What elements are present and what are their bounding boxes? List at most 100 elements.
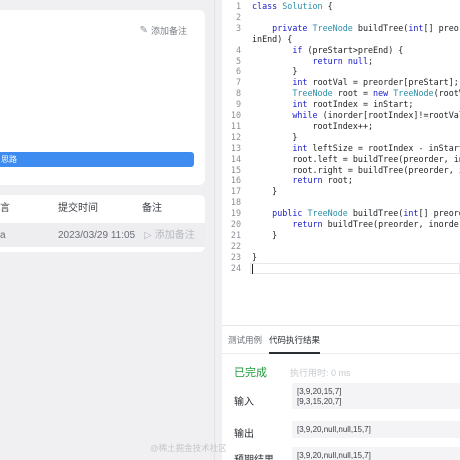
line-code: if (preStart>preEnd) { — [292, 44, 404, 55]
line-number: 15 — [230, 164, 241, 175]
line-number: 20 — [230, 219, 241, 229]
add-note-label: 添加备注 — [150, 26, 187, 36]
input-line-2: [9,3,15,20,7] — [297, 397, 342, 406]
code-line: 16 return root; — [222, 175, 460, 186]
code-line: 13 int leftSize = rootIndex - inStart; — [222, 143, 460, 154]
code-line: 19 public TreeNode buildTree(int[] preor… — [222, 208, 460, 219]
line-number: 5 — [235, 55, 241, 66]
line-number: 7 — [235, 77, 241, 88]
line-code: return null; — [312, 55, 374, 66]
row-add-note-label: 添加备注 — [154, 230, 195, 241]
code-line: 8 TreeNode root = new TreeNode(rootVal); — [222, 88, 460, 99]
code-line: 20 return buildTree(preorder, inorder, 0… — [222, 219, 460, 230]
line-number: 10 — [230, 110, 241, 120]
line-number: 1 — [235, 1, 241, 11]
right-pane: 1 class Solution { 2 3 private TreeNode bui… — [222, 0, 460, 460]
code-line: 11 rootIndex++; — [222, 121, 460, 132]
col-header-note: 备注 — [142, 203, 162, 214]
input-value: [3,9,20,15,7] [9,3,15,20,7] — [292, 383, 460, 409]
line-code: } — [252, 229, 278, 240]
line-code: public TreeNode buildTree(int[] preorder… — [272, 208, 460, 219]
line-number: 6 — [235, 66, 241, 77]
code-line: 23} — [222, 252, 460, 263]
code-line: 15 root.right = buildTree(preorder, inor… — [222, 165, 460, 176]
app-root: ✎ 添加备注 思路 言 提交时间 备注 a 2023/03/29 11:05 ▷… — [0, 0, 460, 460]
line-code: } — [252, 251, 258, 262]
line-number: 22 — [230, 240, 241, 251]
code-line: 5 return null; — [222, 56, 460, 67]
code-line: 22 — [222, 241, 460, 252]
line-code: rootIndex++; — [312, 120, 374, 131]
code-line: 9 int rootIndex = inStart; — [222, 99, 460, 110]
line-code: TreeNode root = new TreeNode(rootVal); — [292, 88, 460, 99]
row-submit-time: 2023/03/29 11:05 — [58, 230, 136, 241]
status-badge: 已完成 — [234, 367, 267, 379]
code-line: 1 class Solution { — [222, 1, 460, 12]
tab-test-case[interactable]: 测试用例 — [228, 326, 262, 354]
line-code: root.right = buildTree(preorder, inorder — [292, 164, 460, 175]
code-editor[interactable]: 1 class Solution { 2 3 private TreeNode bui… — [222, 0, 460, 290]
edit-icon: ✎ — [139, 25, 148, 36]
line-number: 8 — [235, 88, 241, 99]
add-note-button[interactable]: ✎ 添加备注 — [140, 24, 187, 37]
code-line: 4 if (preStart>preEnd) { — [222, 45, 460, 56]
code-line: 17 } — [222, 186, 460, 197]
line-number: 12 — [230, 131, 241, 142]
pane-divider[interactable] — [214, 0, 215, 460]
left-pane: ✎ 添加备注 思路 言 提交时间 备注 a 2023/03/29 11:05 ▷… — [0, 0, 218, 460]
expected-value: [3,9,20,null,null,15,7] — [292, 447, 460, 460]
line-number: 2 — [235, 11, 241, 22]
line-code: int rootVal = preorder[preStart]; — [292, 77, 459, 88]
code-line: 18 — [222, 197, 460, 208]
table-row[interactable]: a 2023/03/29 11:05 ▷ 添加备注 — [0, 223, 205, 247]
input-line-1: [3,9,20,15,7] — [297, 387, 342, 396]
line-number: 3 — [235, 22, 241, 33]
line-code: class Solution { — [252, 1, 333, 11]
submission-table: 言 提交时间 备注 a 2023/03/29 11:05 ▷ 添加备注 — [0, 195, 205, 252]
line-number: 18 — [230, 197, 241, 208]
col-header-submit-time: 提交时间 — [58, 203, 98, 214]
line-code: while (inorder[rootIndex]!=rootVal) { — [292, 110, 460, 120]
code-line: 24 — [222, 263, 460, 274]
code-line: 14 root.left = buildTree(preorder, inord… — [222, 154, 460, 165]
line-number: 17 — [230, 186, 241, 197]
line-code: inEnd) { — [252, 33, 293, 44]
expected-label: 预期结果 — [234, 451, 274, 460]
line-code: } — [252, 186, 278, 197]
line-number: 4 — [235, 44, 241, 55]
output-value: [3,9,20,null,null,15,7] — [292, 421, 460, 438]
line-code: } — [252, 131, 298, 142]
watermark: @稀土掘金技术社区 — [150, 443, 227, 453]
approach-label: 思路 — [1, 155, 17, 164]
flag-icon: ▷ — [144, 230, 152, 241]
line-code: int rootIndex = inStart; — [292, 99, 414, 110]
line-number: 23 — [230, 251, 241, 262]
line-code: } — [252, 66, 298, 77]
code-line: 12 } — [222, 132, 460, 143]
exec-time: 执行用时: 0 ms — [290, 368, 351, 378]
line-code: root.left = buildTree(preorder, inorder, — [292, 153, 460, 164]
code-line: 2 — [222, 12, 460, 23]
col-header-lang: 言 — [0, 203, 10, 214]
code-line: inEnd) { — [222, 34, 460, 45]
row-lang: a — [0, 230, 6, 241]
line-number: 14 — [230, 153, 241, 164]
line-number: 21 — [230, 229, 241, 240]
code-line: 3 private TreeNode buildTree(int[] preor… — [222, 23, 460, 34]
line-code: private TreeNode buildTree(int[] preorde… — [272, 22, 460, 33]
code-line: 7 int rootVal = preorder[preStart]; — [222, 77, 460, 88]
row-add-note-button[interactable]: ▷ 添加备注 — [144, 223, 195, 249]
line-number: 11 — [230, 120, 241, 131]
line-number: 13 — [230, 142, 241, 153]
approach-button[interactable]: 思路 — [0, 152, 194, 167]
line-number: 9 — [235, 99, 241, 110]
line-code: return buildTree(preorder, inorder, 0, p — [292, 219, 460, 229]
line-number: 24 — [230, 262, 241, 273]
tab-run-result[interactable]: 代码执行结果 — [269, 326, 321, 354]
output-label: 输出 — [234, 429, 254, 440]
line-code: return root; — [292, 175, 353, 186]
input-label: 输入 — [234, 397, 254, 408]
code-line: 10 while (inorder[rootIndex]!=rootVal) { — [222, 110, 460, 121]
line-code: int leftSize = rootIndex - inStart; — [292, 142, 460, 153]
result-panel: 测试用例 代码执行结果 已完成 执行用时: 0 ms 输入 [3,9,20,15… — [222, 325, 460, 460]
